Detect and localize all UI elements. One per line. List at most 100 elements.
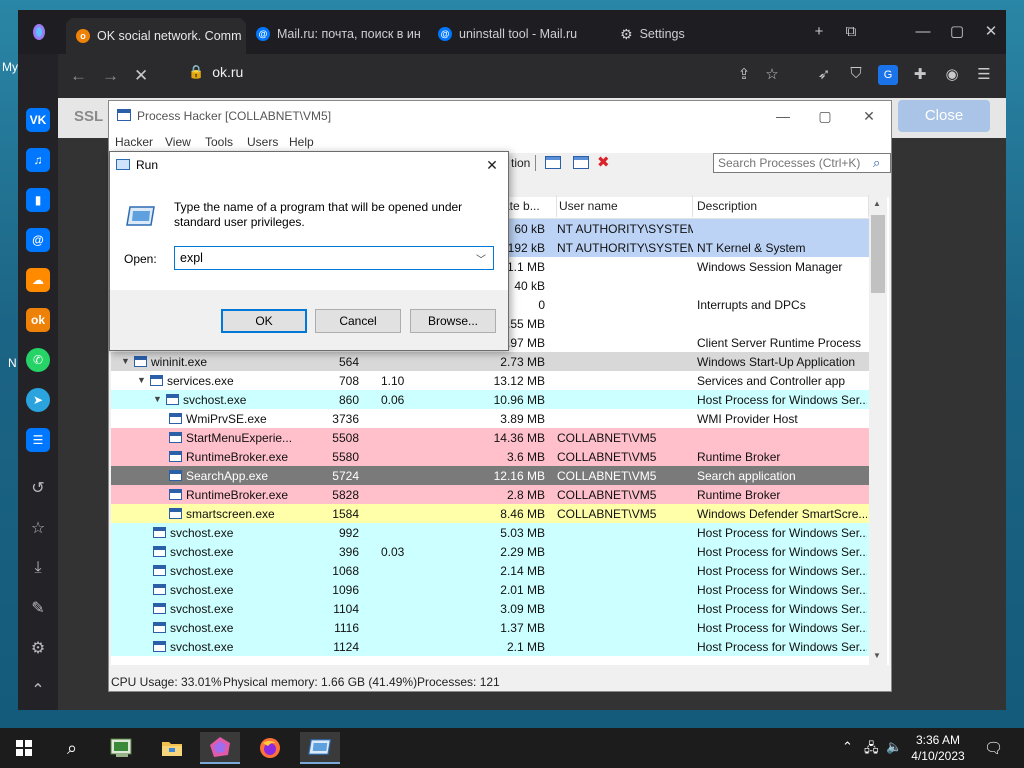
extensions-icon[interactable]: ✎ (26, 596, 50, 620)
table-row[interactable]: StartMenuExperie... 5508 14.36 MB COLLABNET… (111, 428, 869, 447)
scrollbar-thumb[interactable] (871, 215, 885, 293)
vk-icon[interactable]: VK (26, 108, 50, 132)
table-row[interactable]: ▼ wininit.exe 564 2.73 MB Windows Start-Up A… (111, 352, 869, 371)
table-row[interactable]: svchost.exe 1104 3.09 MB Host Process for W… (111, 599, 869, 618)
scroll-down-icon[interactable]: ▼ (873, 651, 881, 660)
expand-toggle-icon[interactable]: ▼ (137, 375, 147, 385)
column-description[interactable]: Description (695, 195, 869, 217)
tab-mailru[interactable]: @ Mail.ru: почта, поиск в ин (256, 20, 426, 48)
process-description: Host Process for Windows Ser... (697, 621, 867, 635)
expand-toggle-icon[interactable]: ▼ (153, 394, 163, 404)
menu-tools[interactable]: Tools (205, 135, 233, 149)
run-description: Type the name of a program that will be … (174, 200, 463, 229)
yandex-browser-icon[interactable] (200, 732, 240, 764)
menu-help[interactable]: Help (289, 135, 314, 149)
chevron-up-icon[interactable]: ⌃ (842, 739, 853, 755)
volume-icon[interactable]: 🔈 (886, 739, 902, 755)
menu-icon[interactable]: ☰ (974, 65, 994, 85)
whatsapp-icon[interactable]: ✆ (26, 348, 50, 372)
table-row[interactable]: svchost.exe 1124 2.1 MB Host Process for Wi… (111, 637, 869, 656)
cloud-icon[interactable]: ☁ (26, 268, 50, 292)
rocket-icon[interactable]: ➶ (814, 65, 834, 85)
shield-icon[interactable]: ⛉ (846, 65, 866, 85)
table-row[interactable]: SearchApp.exe 5724 12.16 MB COLLABNET\VM5 Se… (111, 466, 869, 485)
open-combobox-input[interactable] (174, 246, 494, 270)
back-icon[interactable]: ← (70, 66, 87, 86)
bookmark-star-icon[interactable]: ☆ (762, 65, 782, 85)
close-button[interactable]: Close (898, 100, 990, 132)
process-description: Client Server Runtime Process (697, 336, 862, 350)
table-row[interactable]: RuntimeBroker.exe 5580 3.6 MB COLLABNET\VM5… (111, 447, 869, 466)
terminate-icon[interactable]: ✖ (597, 153, 610, 171)
ok-button[interactable]: OK (221, 309, 307, 333)
browse-button[interactable]: Browse... (410, 309, 496, 333)
menu-users[interactable]: Users (247, 135, 278, 149)
window-icon[interactable] (573, 156, 589, 169)
downloads-icon[interactable]: ⤓ (26, 556, 50, 580)
scroll-up-icon[interactable]: ▲ (873, 199, 881, 208)
close-button[interactable]: ✕ (849, 105, 889, 127)
cancel-button[interactable]: Cancel (315, 309, 401, 333)
translate-icon[interactable]: G (878, 65, 898, 85)
start-button[interactable] (4, 732, 44, 764)
firefox-icon[interactable] (250, 732, 290, 764)
settings-icon[interactable]: ⚙ (26, 636, 50, 660)
clock[interactable]: 3:36 AM 4/10/2023 (906, 732, 970, 764)
url-field[interactable]: 🔒 ok.ru (188, 64, 243, 80)
maximize-button[interactable]: ▢ (946, 22, 968, 42)
minimize-button[interactable]: — (763, 105, 803, 127)
menu-view[interactable]: View (165, 135, 191, 149)
table-row[interactable]: WmiPrvSE.exe 3736 3.89 MB WMI Provider Host (111, 409, 869, 428)
favorites-icon[interactable]: ☆ (26, 516, 50, 540)
notifications-icon[interactable]: 🗨 (984, 739, 1003, 757)
close-button[interactable]: ✕ (480, 154, 504, 176)
table-row[interactable]: svchost.exe 1068 2.14 MB Host Process for W… (111, 561, 869, 580)
maximize-button[interactable]: ▢ (805, 105, 845, 127)
column-user-name[interactable]: User name (557, 195, 693, 217)
stop-loading-icon[interactable]: ✕ (134, 66, 148, 86)
minimize-button[interactable]: — (912, 22, 934, 42)
close-window-button[interactable]: ✕ (980, 22, 1002, 42)
list-icon[interactable]: ☰ (26, 428, 50, 452)
table-row[interactable]: smartscreen.exe 1584 8.46 MB COLLABNET\VM5 W… (111, 504, 869, 523)
tab-uninstall-tool[interactable]: @ uninstall tool - Mail.ru (438, 20, 608, 48)
table-row[interactable]: ▼ svchost.exe 860 0.06 10.96 MB Host Process … (111, 390, 869, 409)
run-taskbar-icon[interactable] (300, 732, 340, 764)
chevron-down-icon[interactable]: ﹀ (476, 251, 486, 266)
history-icon[interactable]: ↺ (26, 476, 50, 500)
forward-icon[interactable]: → (102, 66, 119, 86)
expand-toggle-icon[interactable]: ▼ (121, 356, 131, 366)
search-processes-input[interactable] (713, 153, 891, 173)
run-body: Type the name of a program that will be … (110, 178, 508, 290)
collapse-icon[interactable]: ⌃ (26, 678, 50, 702)
table-row[interactable]: svchost.exe 1116 1.37 MB Host Process for W… (111, 618, 869, 637)
tab-groups-icon[interactable]: ⧉ (840, 22, 862, 42)
search-icon[interactable]: ⌕ (52, 732, 92, 764)
menu-hacker[interactable]: Hacker (115, 135, 153, 149)
table-row[interactable]: svchost.exe 396 0.03 2.29 MB Host Process fo… (111, 542, 869, 561)
ok-icon[interactable]: ok (26, 308, 50, 332)
network-icon[interactable]: 🖧 (864, 739, 879, 761)
process-hacker-taskbar-icon[interactable] (102, 732, 142, 764)
mail-icon[interactable]: @ (26, 228, 50, 252)
search-icon[interactable]: ⌕ (873, 155, 880, 171)
tab-ok-social[interactable]: o OK social network. Comm (66, 18, 246, 54)
telegram-icon[interactable]: ➤ (26, 388, 50, 412)
new-tab-button[interactable]: + (808, 22, 830, 42)
extension-puzzle-icon[interactable]: ✚ (910, 65, 930, 85)
table-row[interactable]: svchost.exe 992 5.03 MB Host Process for Wi… (111, 523, 869, 542)
window-icon[interactable] (545, 156, 561, 169)
browser-logo-icon[interactable] (28, 22, 50, 42)
column-memory[interactable]: ate b... (501, 195, 557, 217)
tab-settings[interactable]: ⚙ Settings (620, 20, 730, 48)
table-row[interactable]: RuntimeBroker.exe 5828 2.8 MB COLLABNET\VM5… (111, 485, 869, 504)
vertical-scrollbar[interactable]: ▲ ▼ (869, 197, 887, 665)
share-icon[interactable]: ⇪ (734, 65, 754, 85)
stats-icon[interactable]: ▮ (26, 188, 50, 212)
table-row[interactable]: svchost.exe 1096 2.01 MB Host Process for W… (111, 580, 869, 599)
toolbar-partial-label[interactable]: tion (511, 156, 530, 170)
account-icon[interactable]: ◉ (942, 65, 962, 85)
table-row[interactable]: ▼ services.exe 708 1.10 13.12 MB Services and… (111, 371, 869, 390)
file-explorer-icon[interactable] (152, 732, 192, 764)
music-icon[interactable]: ♫ (26, 148, 50, 172)
